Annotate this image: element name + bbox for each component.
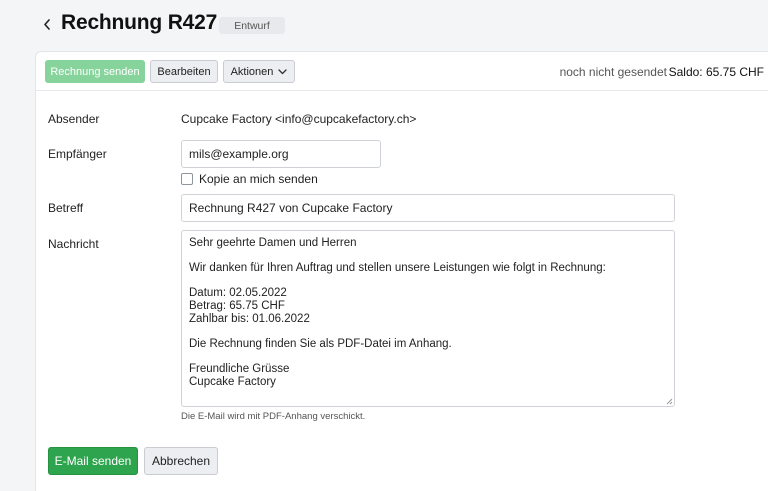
copy-to-me-checkbox[interactable] bbox=[181, 172, 193, 185]
edit-button[interactable]: Bearbeiten bbox=[150, 60, 218, 83]
copy-to-me-label: Kopie an mich senden bbox=[199, 171, 318, 186]
page-title: Rechnung R427 bbox=[61, 11, 218, 34]
message-line: Wir danken für Ihren Auftrag und stellen… bbox=[189, 262, 606, 275]
send-status-text: noch nicht gesendet bbox=[559, 65, 667, 79]
actions-label: Aktionen bbox=[230, 65, 274, 78]
back-button[interactable] bbox=[40, 15, 54, 33]
sender-label: Absender bbox=[48, 112, 100, 126]
message-line: Freundliche Grüsse bbox=[189, 362, 290, 375]
recipient-email-input[interactable] bbox=[181, 140, 381, 168]
chevron-left-icon bbox=[44, 18, 50, 30]
recipient-label: Empfänger bbox=[48, 147, 107, 161]
status-badge: Entwurf bbox=[219, 17, 285, 34]
message-line: Betrag: 65.75 CHF bbox=[189, 299, 285, 312]
page-header: Rechnung R427 Entwurf bbox=[0, 0, 768, 52]
message-label: Nachricht bbox=[48, 237, 99, 251]
message-line: Zahlbar bis: 01.06.2022 bbox=[189, 312, 310, 325]
resize-handle-icon[interactable] bbox=[665, 397, 673, 405]
message-textarea[interactable]: Sehr geehrte Damen und Herren Wir danken… bbox=[181, 230, 675, 407]
subject-label: Betreff bbox=[48, 201, 84, 215]
message-line: Datum: 02.05.2022 bbox=[189, 287, 287, 300]
saldo-text: Saldo: 65.75 CHF bbox=[668, 65, 764, 79]
chevron-down-icon bbox=[278, 68, 288, 74]
message-line: Sehr geehrte Damen und Herren bbox=[189, 237, 357, 249]
invoice-card: Rechnung senden Bearbeiten Aktionen noch… bbox=[35, 51, 768, 491]
message-line: Cupcake Factory bbox=[189, 375, 276, 388]
attachment-hint: Die E-Mail wird mit PDF-Anhang verschick… bbox=[181, 411, 366, 422]
sender-value: Cupcake Factory <info@cupcakefactory.ch> bbox=[181, 112, 417, 126]
subject-input[interactable] bbox=[181, 194, 675, 222]
send-email-button[interactable]: E-Mail senden bbox=[48, 447, 138, 475]
send-invoice-button[interactable]: Rechnung senden bbox=[45, 60, 145, 83]
toolbar: Rechnung senden Bearbeiten Aktionen noch… bbox=[36, 52, 768, 91]
actions-dropdown-button[interactable]: Aktionen bbox=[223, 60, 295, 83]
cancel-button[interactable]: Abbrechen bbox=[144, 447, 218, 475]
message-line: Die Rechnung finden Sie als PDF-Datei im… bbox=[189, 337, 452, 350]
copy-to-me-checkbox-row[interactable]: Kopie an mich senden bbox=[181, 171, 318, 186]
